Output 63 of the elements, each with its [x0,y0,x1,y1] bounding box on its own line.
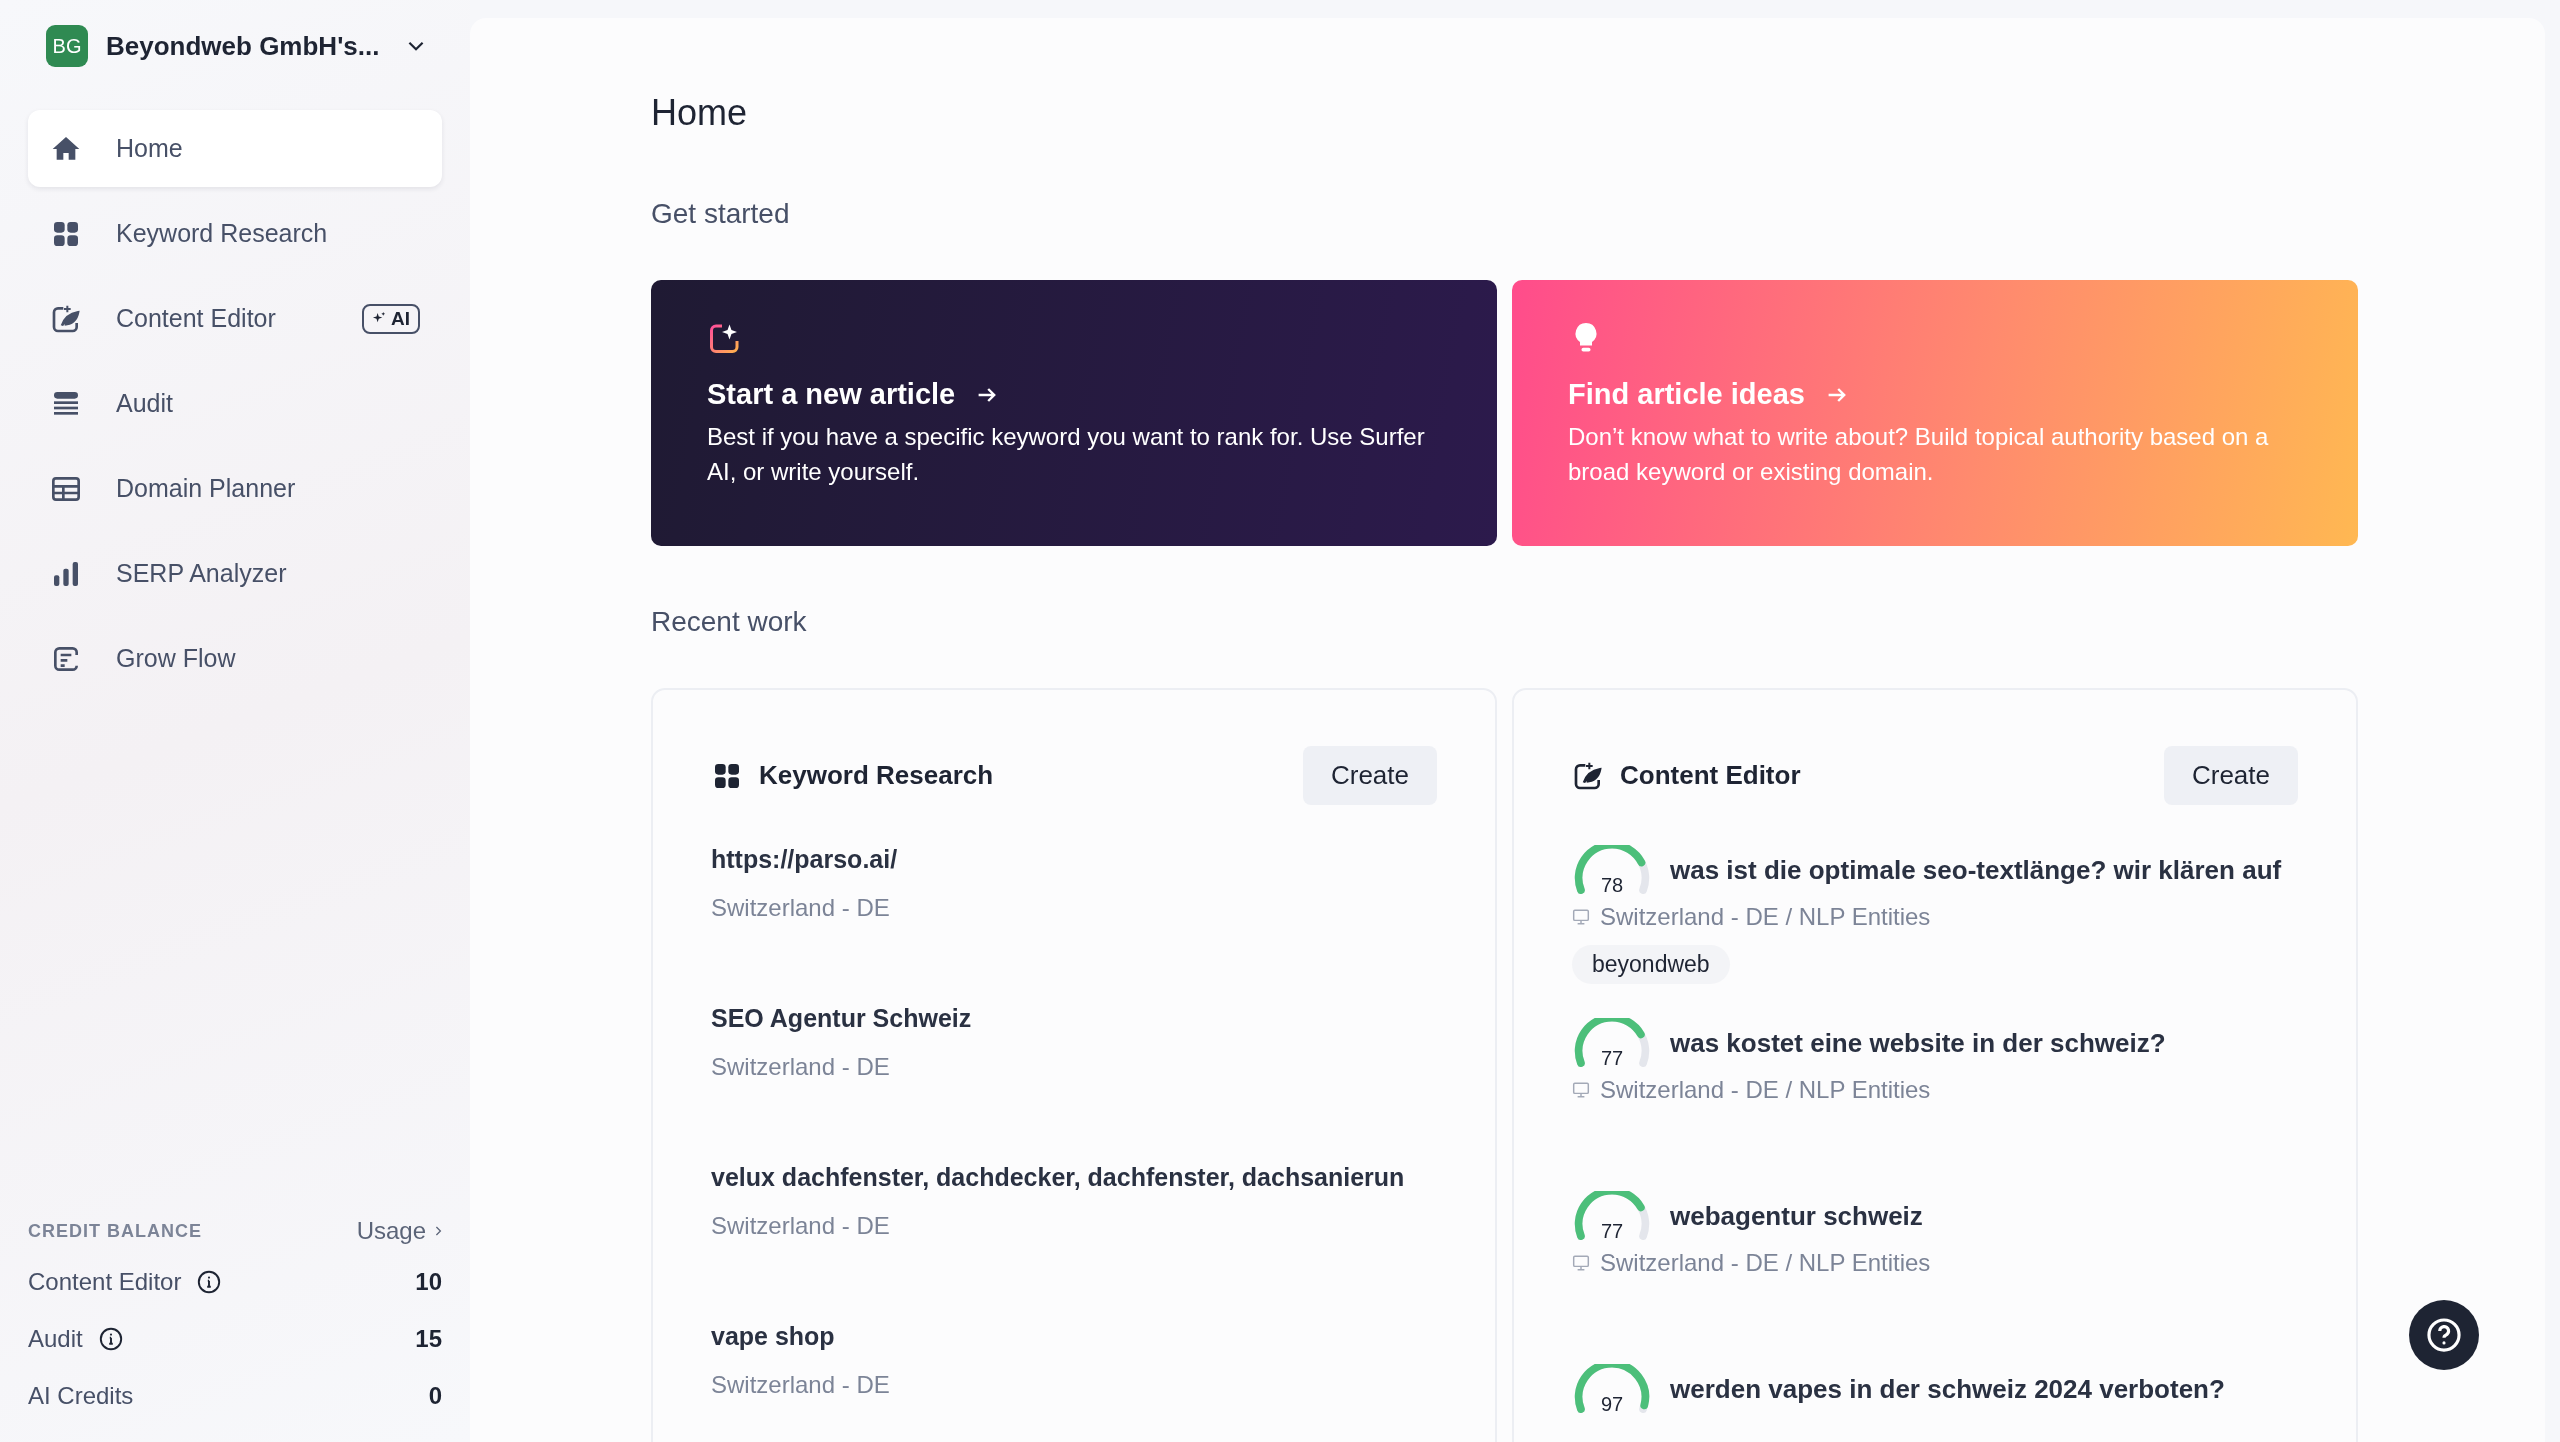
sidebar-item-label[interactable]: SERP Analyzer [116,559,287,588]
keyword-title[interactable]: SEO Agentur Schweiz [711,1004,1437,1033]
sidebar-item[interactable]: Audit [28,365,442,442]
score-value: 77 [1599,1220,1625,1243]
article-title[interactable]: werden vapes in der schweiz 2024 verboten? [1670,1373,2225,1405]
credit-value: 15 [415,1324,442,1353]
info-icon[interactable] [197,1269,222,1294]
card-description: Best if you have a specific keyword you want to rank for. Use Surfer AI, or write yourself. [707,422,1426,487]
monitor-icon [1572,1081,1590,1099]
score-value: 78 [1599,874,1625,897]
keyword-location: Switzerland - DE [711,1212,891,1240]
credit-label: Content Editor [28,1267,182,1296]
keyword-location: Switzerland - DE [711,1371,891,1399]
chevron-right-icon[interactable] [434,1224,442,1238]
credit-label: AI Credits [28,1381,134,1410]
sidebar-item[interactable]: SERP Analyzer [28,535,442,612]
article-location: Switzerland - DE / NLP Entities [1600,1249,1931,1277]
ai-badge: AI [362,303,420,334]
sidebar-item-label[interactable]: Content Editor [116,304,276,333]
credit-balance-heading: CREDIT BALANCE [28,1220,202,1242]
create-button[interactable]: Create [1302,746,1437,805]
score-value: 77 [1599,1047,1625,1070]
section-heading: Recent work [651,606,808,638]
sidebar-item-label[interactable]: Domain Planner [116,474,296,503]
score-value: 97 [1599,1393,1625,1416]
sidebar-item[interactable]: Grow Flow [28,620,442,697]
sidebar-item[interactable]: Domain Planner [28,450,442,527]
article-location: Switzerland - DE / NLP Entities [1600,903,1931,931]
panel-title: Keyword Research [759,760,994,791]
article-location: Switzerland - DE / NLP Entities [1600,1076,1931,1104]
sidebar-item[interactable]: Content Editor AI [28,280,442,357]
credit-label: Audit [28,1324,83,1353]
section-heading: Get started [651,198,791,230]
keyword-title[interactable]: velux dachfenster, dachdecker, dachfenster, dachsanierun [711,1163,1437,1192]
info-icon[interactable] [98,1326,123,1351]
keyword-location: Switzerland - DE [711,1053,891,1081]
sidebar-item-label[interactable]: Audit [116,389,173,418]
keyword-location: Switzerland - DE [711,894,891,922]
question-icon [2425,1316,2463,1354]
card-description: Don’t know what to write about? Build topical authority based on a broad keyword or existing domain. [1568,422,2270,487]
credit-value: 0 [428,1381,442,1410]
keyword-title[interactable]: https://parso.ai/ [711,845,1437,874]
sidebar-item[interactable]: Home [28,110,442,187]
monitor-icon [1572,1254,1590,1272]
workspace-name[interactable]: Beyondweb GmbH's... [106,30,380,62]
page-title: Home [651,92,749,134]
sidebar-item[interactable]: Keyword Research [28,195,442,272]
create-button[interactable]: Create [2163,746,2298,805]
credit-value: 10 [415,1267,442,1296]
keyword-title[interactable]: vape shop [711,1322,1437,1351]
card-title[interactable]: Start a new article [707,378,956,411]
monitor-icon [1572,908,1590,926]
article-title[interactable]: was ist die optimale seo-textlänge? wir klären auf [1670,854,2282,886]
usage-link[interactable]: Usage [356,1217,442,1245]
sidebar-item-label[interactable]: Keyword Research [116,219,328,248]
sidebar-item-label[interactable]: Home [116,134,183,163]
sidebar-item-label[interactable]: Grow Flow [116,644,236,673]
action-card[interactable]: Start a new article Best if you have a specific keyword you want to rank for. Use Surfer AI, or write yourself. [651,280,1497,546]
workspace-avatar[interactable]: BG [46,25,88,67]
article-title[interactable]: was kostet eine website in der schweiz? [1670,1027,2166,1059]
project-tag: beyondweb [1572,945,1730,984]
article-title[interactable]: webagentur schweiz [1670,1200,1923,1232]
panel-title: Content Editor [1620,760,1801,791]
